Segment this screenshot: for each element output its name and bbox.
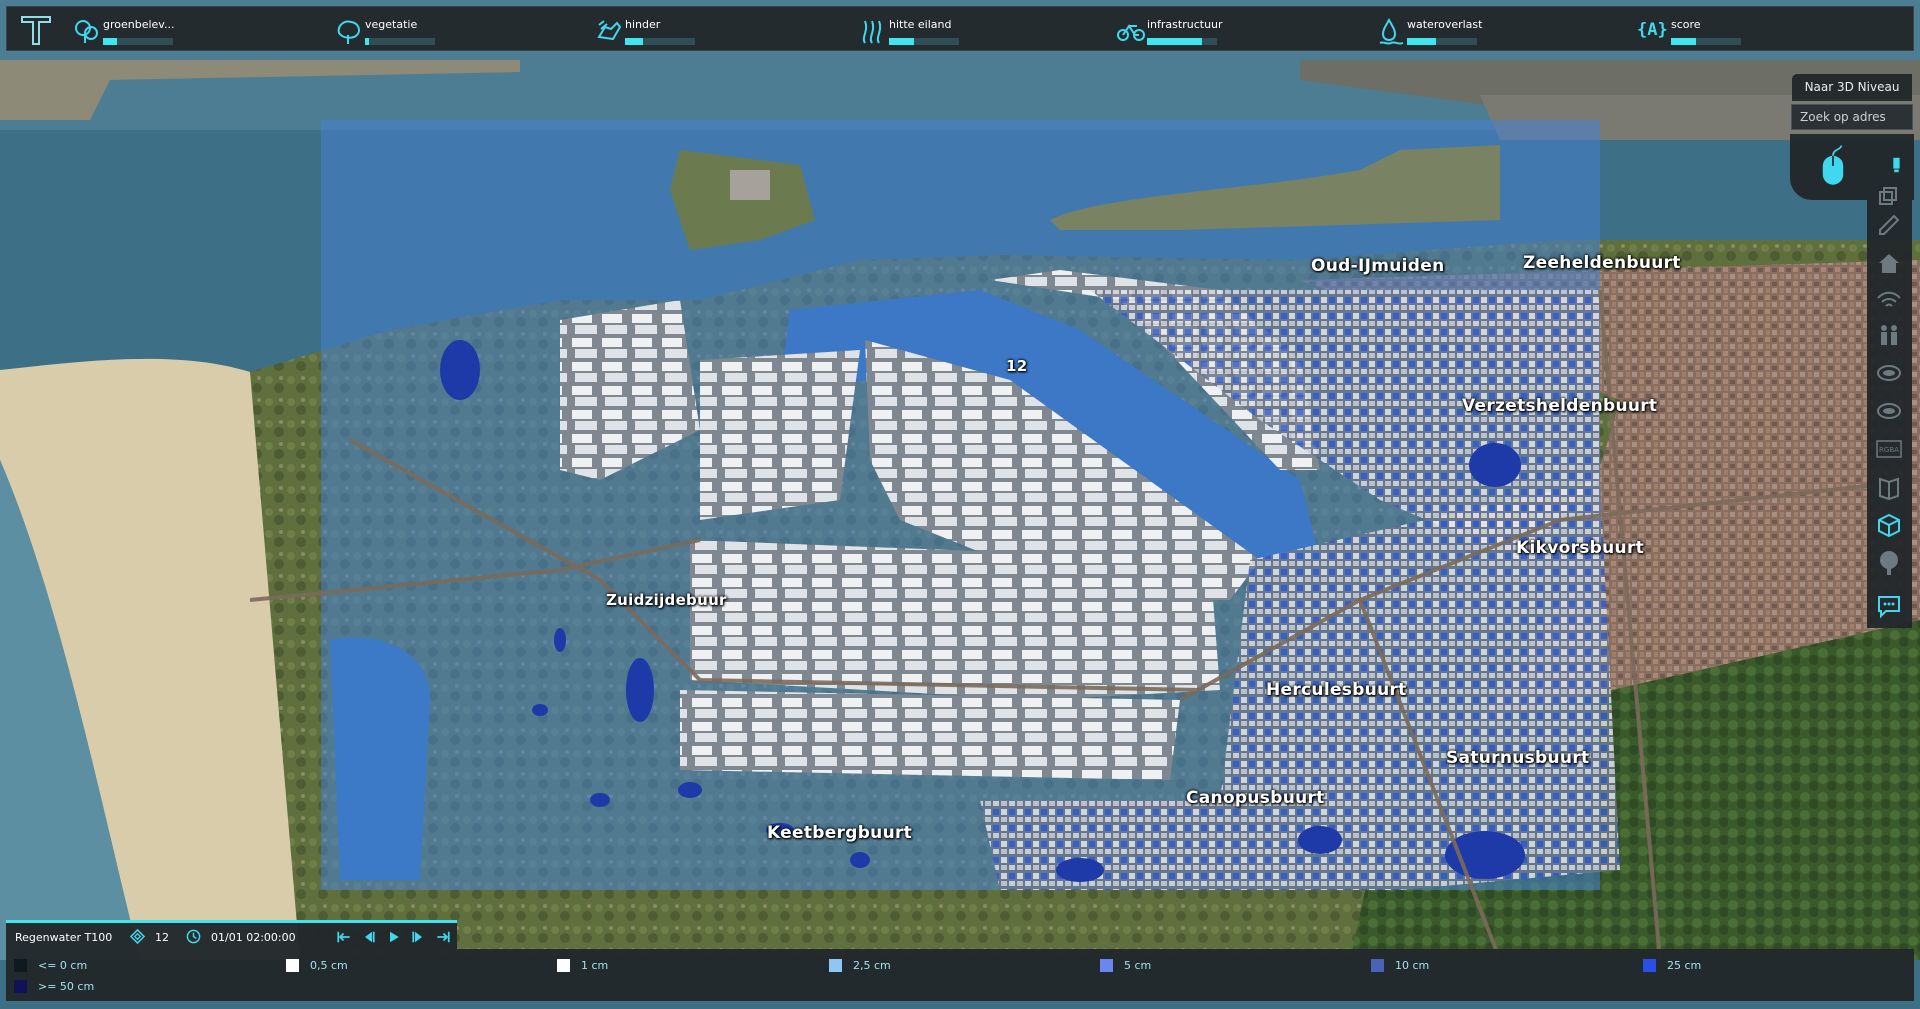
map-label-keetbergbuurt: Keetbergbuurt bbox=[767, 823, 913, 843]
indicator-label: hinder bbox=[625, 18, 661, 31]
indicator-label: score bbox=[1671, 18, 1701, 31]
overlay-2-icon[interactable] bbox=[1876, 398, 1902, 424]
legend-swatch bbox=[14, 959, 27, 972]
timeline-bar: Regenwater T100 12 01/01 02:00:00 bbox=[6, 920, 457, 949]
legend-label: 0,5 cm bbox=[310, 959, 348, 972]
map-label-saturnusbuurt: Saturnusbuurt bbox=[1446, 748, 1590, 768]
current-datetime: 01/01 02:00:00 bbox=[211, 931, 296, 944]
map-label-zuidzijdebuurt: Zuidzijdebuur bbox=[606, 591, 727, 609]
indicator-infrastructuur[interactable]: infrastructuur bbox=[1117, 14, 1227, 48]
indicator-vegetatie[interactable]: vegetatie bbox=[335, 14, 445, 48]
rgba-icon[interactable]: RGBA bbox=[1876, 436, 1902, 462]
wifi-icon[interactable] bbox=[1876, 286, 1902, 312]
legend-label: 5 cm bbox=[1124, 959, 1152, 972]
map-canvas[interactable] bbox=[0, 0, 1920, 1009]
step-forward-icon[interactable] bbox=[411, 930, 426, 944]
chat-icon[interactable] bbox=[1876, 593, 1902, 619]
legend-swatch bbox=[1643, 959, 1656, 972]
legend-swatch bbox=[829, 959, 842, 972]
legend-label: <= 0 cm bbox=[38, 959, 88, 972]
indicator-hitte-eiland[interactable]: hitte eiland bbox=[859, 14, 969, 48]
mouse-icon[interactable] bbox=[1816, 140, 1850, 192]
overlay-icon[interactable] bbox=[1876, 360, 1902, 386]
svg-text:RGBA: RGBA bbox=[1879, 446, 1899, 454]
layers-count-icon bbox=[130, 929, 145, 944]
indicator-bar: groenbelev... vegetatie hinder hitte eil… bbox=[6, 6, 1914, 51]
indicator-progress-fill bbox=[1671, 38, 1696, 45]
indicator-progress bbox=[103, 38, 173, 45]
tygron-logo-icon[interactable] bbox=[19, 13, 53, 47]
legend-swatch bbox=[1371, 959, 1384, 972]
address-search-input[interactable] bbox=[1791, 104, 1913, 130]
score-icon: {A} bbox=[1637, 20, 1668, 40]
indicator-groenbeleving[interactable]: groenbelev... bbox=[73, 14, 183, 48]
tree-icon[interactable] bbox=[1876, 550, 1902, 576]
pin-icon[interactable] bbox=[1887, 156, 1905, 174]
indicator-label: groenbelev... bbox=[103, 18, 175, 31]
indicator-progress bbox=[1407, 38, 1477, 45]
skip-to-end-icon[interactable] bbox=[436, 930, 451, 944]
legend-swatch bbox=[286, 959, 299, 972]
map-label-verzetsheldenbuurt: Verzetsheldenbuurt bbox=[1462, 396, 1658, 416]
cube-icon[interactable] bbox=[1876, 512, 1902, 538]
indicator-progress-fill bbox=[1407, 38, 1437, 45]
legend-bar: <= 0 cm >= 50 cm 0,5 cm 1 cm 2,5 cm 5 cm… bbox=[6, 949, 1914, 1001]
play-icon[interactable] bbox=[386, 930, 401, 944]
bush-icon bbox=[337, 20, 360, 44]
to-3d-level-button[interactable]: Naar 3D Niveau bbox=[1792, 74, 1912, 101]
indicator-wateroverlast[interactable]: wateroverlast bbox=[1377, 14, 1487, 48]
step-back-icon[interactable] bbox=[361, 930, 376, 944]
legend-label: 25 cm bbox=[1667, 959, 1702, 972]
indicator-progress bbox=[1671, 38, 1741, 45]
house-icon[interactable] bbox=[1876, 250, 1902, 276]
legend-label: 10 cm bbox=[1395, 959, 1430, 972]
map-label-kikvorsbuurt: Kikvorsbuurt bbox=[1516, 538, 1645, 558]
indicator-progress bbox=[625, 38, 695, 45]
map-label-herculesbuurt: Herculesbuurt bbox=[1266, 680, 1407, 700]
indicator-progress bbox=[365, 38, 435, 45]
indicator-label: vegetatie bbox=[365, 18, 418, 31]
edit-icon[interactable] bbox=[1876, 210, 1902, 236]
legend-swatch bbox=[14, 980, 27, 993]
tool-sidebar: RGBA bbox=[1867, 187, 1912, 628]
legend-swatch bbox=[557, 959, 570, 972]
indicator-progress-fill bbox=[365, 38, 370, 45]
bicycle-icon bbox=[1117, 24, 1145, 41]
map-label-canopusbuurt: Canopusbuurt bbox=[1186, 788, 1325, 808]
indicator-progress bbox=[889, 38, 959, 45]
map-label-zeeheldenbuurt: Zeeheldenbuurt bbox=[1523, 253, 1681, 273]
indicator-label: infrastructuur bbox=[1147, 18, 1223, 31]
layers-icon[interactable] bbox=[1876, 182, 1902, 208]
people-icon[interactable] bbox=[1876, 322, 1902, 348]
indicator-progress-fill bbox=[1147, 38, 1202, 45]
heat-waves-icon bbox=[862, 20, 882, 44]
hand-shield-icon bbox=[597, 20, 622, 41]
overlay-name: Regenwater T100 bbox=[15, 931, 113, 944]
legend-label: >= 50 cm bbox=[38, 980, 95, 993]
water-drop-icon bbox=[1379, 17, 1404, 45]
indicator-label: hitte eiland bbox=[889, 18, 952, 31]
indicator-progress-fill bbox=[889, 38, 914, 45]
layer-count: 12 bbox=[155, 931, 169, 944]
legend-swatch bbox=[1100, 959, 1113, 972]
indicator-hinder[interactable]: hinder bbox=[595, 14, 705, 48]
clock-icon bbox=[186, 929, 201, 944]
indicator-progress-fill bbox=[103, 38, 117, 45]
indicator-progress bbox=[1147, 38, 1217, 45]
map-label-12: 12 bbox=[1006, 357, 1028, 375]
indicator-label: wateroverlast bbox=[1407, 18, 1483, 31]
map-label-oud-ijmuiden: Oud-IJmuiden bbox=[1311, 256, 1445, 276]
legend-label: 1 cm bbox=[581, 959, 609, 972]
legend-label: 2,5 cm bbox=[853, 959, 891, 972]
book-icon[interactable] bbox=[1876, 474, 1902, 500]
indicator-progress-fill bbox=[625, 38, 643, 45]
app-window: Oud-IJmuiden Zeeheldenbuurt Verzetshelde… bbox=[0, 0, 1920, 1009]
skip-to-start-icon[interactable] bbox=[336, 930, 351, 944]
indicator-score[interactable]: {A} score bbox=[1637, 14, 1747, 48]
tree-icon bbox=[75, 20, 98, 43]
